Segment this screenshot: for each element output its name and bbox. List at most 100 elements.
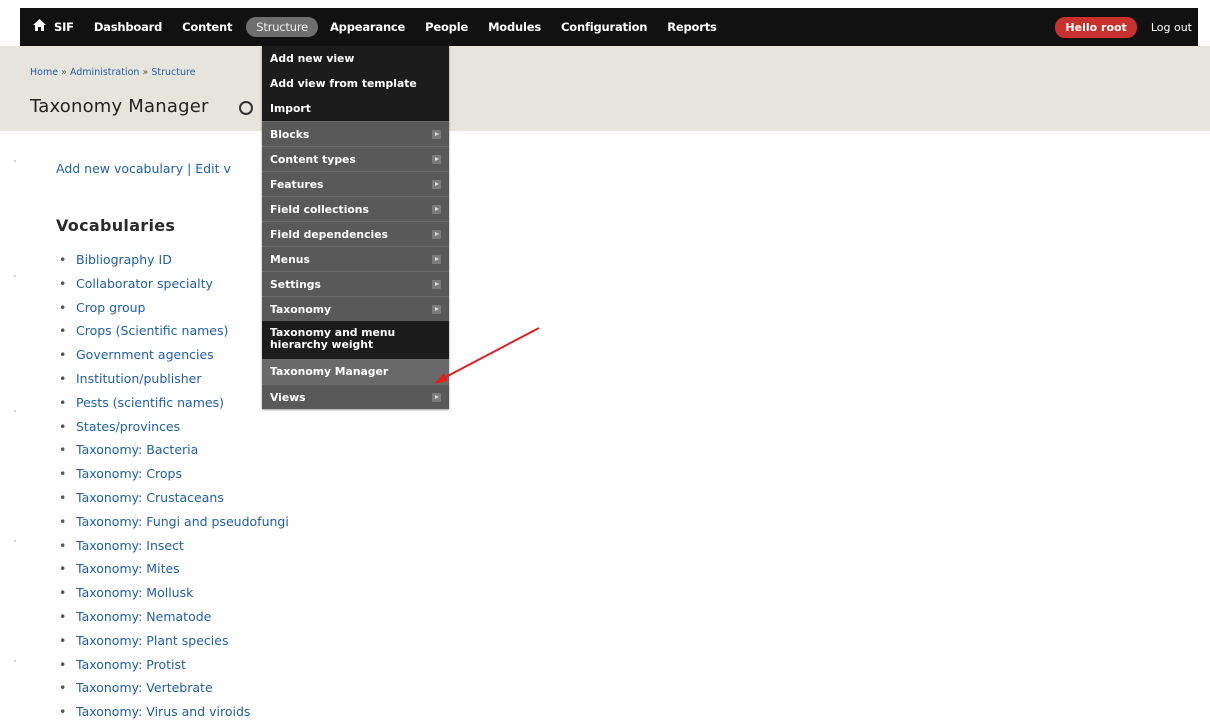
bullet: • xyxy=(59,608,67,624)
vocabulary-link[interactable]: Pests (scientific names) xyxy=(76,395,224,410)
menu-item-add-new-view[interactable]: Add new view xyxy=(262,46,449,71)
vocabulary-link[interactable]: Taxonomy: Virus and viroids xyxy=(76,704,250,719)
bullet: • xyxy=(59,252,67,267)
bullet: • xyxy=(59,585,67,601)
edit-vocabulary-link[interactable]: Edit v xyxy=(195,161,231,176)
vocabulary-link[interactable]: Taxonomy: Mollusk xyxy=(76,585,193,600)
list-item: • Taxonomy: Protist xyxy=(56,657,289,681)
bullet: • xyxy=(59,656,67,672)
vocabulary-link[interactable]: Taxonomy: Insect xyxy=(76,538,184,553)
bullet: • xyxy=(59,442,67,458)
page-title: Taxonomy Manager xyxy=(30,96,209,117)
submenu-arrow-icon xyxy=(432,230,441,239)
vocabulary-link[interactable]: Taxonomy: Plant species xyxy=(76,633,228,648)
gear-icon[interactable] xyxy=(239,101,253,115)
toolbar-item-structure[interactable]: Structure xyxy=(246,17,318,37)
menu-item-label: Taxonomy and menu hierarchy weight xyxy=(270,326,396,351)
vocabulary-link[interactable]: Government agencies xyxy=(76,347,214,362)
vocabularies-heading: Vocabularies xyxy=(56,216,176,235)
list-item: • States/provinces xyxy=(56,419,289,443)
bullet: • xyxy=(59,680,67,696)
menu-item-field-collections[interactable]: Field collections xyxy=(262,196,449,221)
menu-item-label: Views xyxy=(270,391,306,404)
vocabulary-link[interactable]: Taxonomy: Mites xyxy=(76,561,180,576)
admin-toolbar: SIF Dashboard Content Structure Appearan… xyxy=(20,8,1198,47)
breadcrumb-separator: » xyxy=(61,67,67,78)
menu-item-taxonomy[interactable]: Taxonomy xyxy=(262,296,449,321)
bullet: • xyxy=(59,323,67,339)
menu-item-settings[interactable]: Settings xyxy=(262,271,449,296)
add-vocabulary-link[interactable]: Add new vocabulary xyxy=(56,161,183,176)
breadcrumb-home[interactable]: Home xyxy=(30,67,58,78)
menu-item-label: Field collections xyxy=(270,203,369,216)
home-icon[interactable] xyxy=(24,19,54,35)
list-item: • Taxonomy: Plant species xyxy=(56,633,289,657)
vocabulary-link[interactable]: Taxonomy: Crustaceans xyxy=(76,490,224,505)
page-header xyxy=(0,46,1210,131)
toolbar-item-appearance[interactable]: Appearance xyxy=(330,20,405,34)
menu-item-label: Settings xyxy=(270,278,321,291)
bullet: • xyxy=(59,299,67,315)
vocabulary-list: • Bibliography ID • Collaborator specialty… xyxy=(56,252,289,728)
menu-item-label: Taxonomy Manager xyxy=(270,365,389,378)
bullet: • xyxy=(59,489,67,505)
toolbar-item-modules[interactable]: Modules xyxy=(488,20,541,34)
list-item: • Taxonomy: Fungi and pseudofungi xyxy=(56,514,289,538)
bullet: • xyxy=(59,370,67,386)
edge-dot xyxy=(14,160,16,162)
action-links-separator: | xyxy=(187,161,192,176)
list-item: • Taxonomy: Vertebrate xyxy=(56,680,289,704)
menu-item-add-view-from-template[interactable]: Add view from template xyxy=(262,71,449,96)
toolbar-user-area: Hello root Log out xyxy=(1055,8,1192,46)
submenu-arrow-icon xyxy=(432,205,441,214)
menu-item-blocks[interactable]: Blocks xyxy=(262,121,449,146)
vocabulary-link[interactable]: States/provinces xyxy=(76,419,180,434)
breadcrumb-structure[interactable]: Structure xyxy=(151,67,195,78)
vocabulary-link[interactable]: Taxonomy: Vertebrate xyxy=(76,680,213,695)
vocabulary-link[interactable]: Institution/publisher xyxy=(76,371,201,386)
list-item: • Taxonomy: Nematode xyxy=(56,609,289,633)
vocabulary-link[interactable]: Taxonomy: Protist xyxy=(76,657,186,672)
list-item: • Collaborator specialty xyxy=(56,276,289,300)
vocabulary-link[interactable]: Crops (Scientific names) xyxy=(76,323,228,338)
vocabulary-link[interactable]: Taxonomy: Bacteria xyxy=(76,442,198,457)
edge-dot xyxy=(14,660,16,662)
list-item: • Taxonomy: Mollusk xyxy=(56,585,289,609)
vocabulary-link[interactable]: Bibliography ID xyxy=(76,252,172,267)
toolbar-item-reports[interactable]: Reports xyxy=(667,20,717,34)
submenu-arrow-icon xyxy=(432,180,441,189)
menu-item-field-dependencies[interactable]: Field dependencies xyxy=(262,221,449,246)
menu-item-import[interactable]: Import xyxy=(262,96,449,121)
bullet: • xyxy=(59,466,67,482)
list-item: • Taxonomy: Virus and viroids xyxy=(56,704,289,728)
user-greeting-badge[interactable]: Hello root xyxy=(1055,16,1137,38)
vocabulary-link[interactable]: Taxonomy: Crops xyxy=(76,466,182,481)
list-item: • Crop group xyxy=(56,300,289,324)
menu-item-menus[interactable]: Menus xyxy=(262,246,449,271)
submenu-arrow-icon xyxy=(432,255,441,264)
menu-item-label: Field dependencies xyxy=(270,228,388,241)
toolbar-item-people[interactable]: People xyxy=(425,20,468,34)
menu-item-features[interactable]: Features xyxy=(262,171,449,196)
toolbar-item-content[interactable]: Content xyxy=(182,20,232,34)
vocabulary-link[interactable]: Taxonomy: Nematode xyxy=(76,609,211,624)
list-item: • Taxonomy: Mites xyxy=(56,561,289,585)
list-item: • Institution/publisher xyxy=(56,371,289,395)
vocabulary-link[interactable]: Collaborator specialty xyxy=(76,276,213,291)
toolbar-item-sif[interactable]: SIF xyxy=(54,20,74,34)
vocabulary-link[interactable]: Taxonomy: Fungi and pseudofungi xyxy=(76,514,289,529)
logout-link[interactable]: Log out xyxy=(1151,21,1192,34)
edge-dot xyxy=(14,410,16,412)
toolbar-item-configuration[interactable]: Configuration xyxy=(561,20,647,34)
list-item: • Taxonomy: Crops xyxy=(56,466,289,490)
list-item: • Pests (scientific names) xyxy=(56,395,289,419)
vocabulary-link[interactable]: Crop group xyxy=(76,300,145,315)
toolbar-item-dashboard[interactable]: Dashboard xyxy=(94,20,163,34)
bullet: • xyxy=(59,561,67,577)
breadcrumb-administration[interactable]: Administration xyxy=(70,67,140,78)
menu-item-label: Import xyxy=(270,102,311,115)
submenu-arrow-icon xyxy=(432,130,441,139)
menu-item-content-types[interactable]: Content types xyxy=(262,146,449,171)
menu-item-label: Content types xyxy=(270,153,356,166)
list-item: • Government agencies xyxy=(56,347,289,371)
